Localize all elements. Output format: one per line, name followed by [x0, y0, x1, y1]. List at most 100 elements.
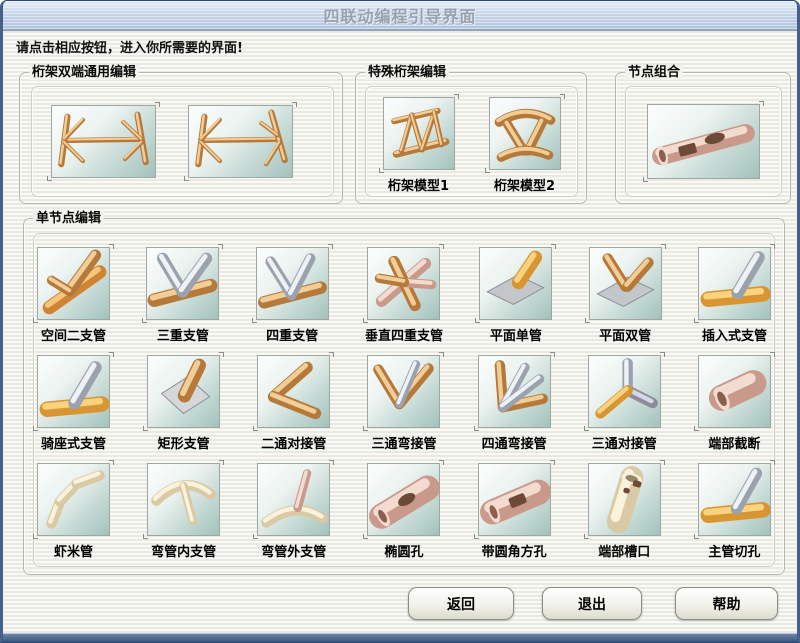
exit-button[interactable]: 退出: [542, 587, 642, 620]
tile-quadruple-branch-pipe: 四重支管: [256, 247, 329, 344]
tile-two-way-butt-pipe: 二通对接管: [257, 355, 330, 452]
window-title: 四联动编程引导界面: [323, 3, 476, 27]
oval-hole-button[interactable]: [367, 463, 440, 536]
three-way-butt-pipe-icon: [589, 356, 660, 427]
end-slot-button[interactable]: [588, 463, 661, 536]
spatial-two-branch-pipe-button[interactable]: [37, 247, 110, 320]
three-way-elbow-pipe-icon: [368, 356, 439, 427]
truss-both-ends-style-1-button[interactable]: [51, 105, 156, 178]
insert-type-branch-pipe-icon: [699, 248, 770, 319]
elbow-outer-branch-pipe-icon: [258, 464, 329, 535]
elbow-inner-branch-pipe-button[interactable]: [147, 463, 220, 536]
tile-spatial-two-branch-pipe: 空间二支管: [37, 247, 110, 344]
group-title: 特殊桁架编辑: [365, 65, 449, 80]
tile-elbow-inner-branch-pipe: 弯管内支管: [147, 463, 220, 560]
pipe-with-holes-icon: [648, 105, 759, 178]
tile-insert-type-branch-pipe: 插入式支管: [698, 247, 771, 344]
saddle-type-branch-pipe-button[interactable]: [37, 355, 110, 428]
tile-four-way-elbow-pipe: 四通弯接管: [478, 355, 551, 452]
tile-vertical-quadruple-branch-pipe: 垂直四重支管: [365, 247, 443, 344]
tile-label: 平面双管: [599, 325, 651, 344]
end-cutoff-button[interactable]: [698, 355, 771, 428]
tile-elbow-outer-branch-pipe: 弯管外支管: [257, 463, 330, 560]
truss-both-ends-style-1-icon: [52, 106, 155, 177]
tile-label: 弯管外支管: [261, 541, 326, 560]
dialog-window: 四联动编程引导界面 请点击相应按钮，进入你所需要的界面! 桁架双端通用编辑 特殊…: [0, 0, 800, 643]
vertical-quadruple-branch-pipe-icon: [368, 248, 439, 319]
tile-label: 端部截断: [708, 433, 760, 452]
rectangular-branch-pipe-icon: [148, 356, 219, 427]
end-cutoff-icon: [699, 356, 770, 427]
group-truss-double-end-edit: 桁架双端通用编辑: [19, 72, 343, 204]
return-button[interactable]: 返回: [408, 587, 514, 620]
tile-main-pipe-cut-hole: 主管切孔: [698, 463, 771, 560]
planar-single-pipe-button[interactable]: [479, 247, 552, 320]
tile-triple-branch-pipe: 三重支管: [146, 247, 219, 344]
rectangular-branch-pipe-button[interactable]: [147, 355, 220, 428]
tile-label: 桁架模型1: [388, 175, 449, 194]
planar-double-pipe-button[interactable]: [589, 247, 662, 320]
truss-both-ends-style-2-button[interactable]: [188, 105, 293, 178]
help-button[interactable]: 帮助: [675, 587, 778, 620]
group-single-node-edit: 单节点编辑 空间二支管三重支管四重支管垂直四重支管平面单管平面双管插入式支管骑座…: [23, 218, 785, 575]
tile-three-way-butt-pipe: 三通对接管: [588, 355, 661, 452]
tile-rounded-square-hole: 带圆角方孔: [478, 463, 551, 560]
elbow-outer-branch-pipe-button[interactable]: [257, 463, 330, 536]
truss-model-2-button[interactable]: [489, 97, 561, 170]
tile-end-cutoff: 端部截断: [698, 355, 771, 452]
tile-row: 骑座式支管 矩形支管 二通对接管 三通弯接管 四通弯接管三通对接管 端部截断: [37, 355, 771, 452]
triple-branch-pipe-icon: [147, 248, 218, 319]
tile-row: 空间二支管三重支管 四重支管 垂直四重支管平面单管 平面双管 插入式支管: [37, 247, 771, 344]
tile-label: 桁架模型2: [494, 175, 555, 194]
tile-saddle-type-branch-pipe: 骑座式支管: [37, 355, 110, 452]
group-panel: [625, 86, 782, 197]
tile-row: 虾米管 弯管内支管 弯管外支管 椭圆孔 带圆角方孔端部槽口主管切孔: [37, 463, 771, 560]
tile-label: 骑座式支管: [41, 433, 106, 452]
tile-label: 三通弯接管: [371, 433, 436, 452]
vertical-quadruple-branch-pipe-button[interactable]: [367, 247, 440, 320]
tile-three-way-elbow-pipe: 三通弯接管: [367, 355, 440, 452]
tile-label: 椭圆孔: [384, 541, 423, 560]
saddle-type-branch-pipe-icon: [38, 356, 109, 427]
triple-branch-pipe-button[interactable]: [146, 247, 219, 320]
tile-label: 弯管内支管: [151, 541, 216, 560]
tile-label: 虾米管: [54, 541, 93, 560]
oval-hole-icon: [368, 464, 439, 535]
main-pipe-cut-hole-button[interactable]: [698, 463, 771, 536]
four-way-elbow-pipe-icon: [479, 356, 550, 427]
three-way-butt-pipe-button[interactable]: [588, 355, 661, 428]
truss-model-2-icon: [490, 98, 560, 169]
tile-label: 三通对接管: [592, 433, 657, 452]
three-way-elbow-pipe-button[interactable]: [367, 355, 440, 428]
two-way-butt-pipe-icon: [258, 356, 329, 427]
truss-both-ends-style-2-icon: [189, 106, 292, 177]
group-panel: 桁架模型1 桁架模型2: [365, 86, 578, 197]
truss-model-1-button[interactable]: [383, 97, 455, 170]
group-title: 单节点编辑: [33, 211, 104, 226]
tile-planar-double-pipe: 平面双管: [589, 247, 662, 344]
shrimp-elbow-pipe-button[interactable]: [37, 463, 110, 536]
rounded-square-hole-icon: [479, 464, 550, 535]
insert-type-branch-pipe-button[interactable]: [698, 247, 771, 320]
tile-rectangular-branch-pipe: 矩形支管: [147, 355, 220, 452]
group-node-combination: 节点组合: [615, 72, 791, 204]
tile-label: 平面单管: [490, 325, 542, 344]
group-special-truss-edit: 特殊桁架编辑 桁架模型1桁架模型2: [355, 72, 587, 204]
tile-label: 矩形支管: [158, 433, 210, 452]
tile-label: 二通对接管: [261, 433, 326, 452]
tile-end-slot: 端部槽口: [588, 463, 661, 560]
tile-label: 三重支管: [157, 325, 209, 344]
tile-label: 主管切孔: [708, 541, 760, 560]
two-way-butt-pipe-button[interactable]: [257, 355, 330, 428]
tile-label: 插入式支管: [702, 325, 767, 344]
tile-truss-both-ends-style-1: [51, 105, 156, 178]
rounded-square-hole-button[interactable]: [478, 463, 551, 536]
tile-label: 四重支管: [266, 325, 318, 344]
elbow-inner-branch-pipe-icon: [148, 464, 219, 535]
end-slot-icon: [589, 464, 660, 535]
tile-truss-both-ends-style-2: [188, 105, 293, 178]
group-panel: [31, 86, 334, 197]
four-way-elbow-pipe-button[interactable]: [478, 355, 551, 428]
quadruple-branch-pipe-button[interactable]: [256, 247, 329, 320]
pipe-with-holes-button[interactable]: [647, 104, 760, 179]
